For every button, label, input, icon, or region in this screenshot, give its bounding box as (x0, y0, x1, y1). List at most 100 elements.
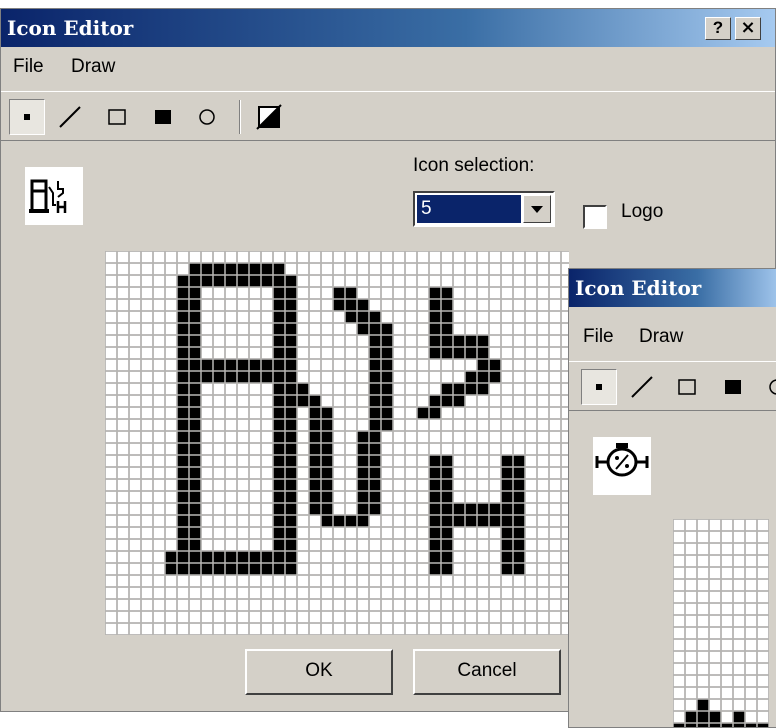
pixel-cell[interactable] (286, 384, 297, 395)
pixel-cell[interactable] (710, 592, 721, 603)
pixel-cell[interactable] (358, 312, 369, 323)
pixel-cell[interactable] (430, 276, 441, 287)
pixel-cell[interactable] (322, 348, 333, 359)
pixel-cell[interactable] (250, 276, 261, 287)
pixel-cell[interactable] (166, 516, 177, 527)
pixel-cell[interactable] (298, 336, 309, 347)
pixel-cell[interactable] (346, 612, 357, 623)
pixel-cell[interactable] (202, 288, 213, 299)
pixel-cell[interactable] (466, 564, 477, 575)
pixel-cell[interactable] (310, 408, 321, 419)
pixel-cell[interactable] (226, 492, 237, 503)
pixel-cell[interactable] (106, 528, 117, 539)
pixel-cell[interactable] (250, 588, 261, 599)
pixel-cell[interactable] (238, 456, 249, 467)
pixel-cell[interactable] (226, 564, 237, 575)
pixel-cell[interactable] (142, 432, 153, 443)
pixel-cell[interactable] (178, 372, 189, 383)
pixel-cell[interactable] (430, 612, 441, 623)
pixel-cell[interactable] (310, 576, 321, 587)
pixel-cell[interactable] (406, 552, 417, 563)
pixel-cell[interactable] (722, 628, 733, 639)
pixel-cell[interactable] (490, 372, 501, 383)
pixel-cell[interactable] (710, 676, 721, 687)
pixel-cell[interactable] (310, 264, 321, 275)
pixel-cell[interactable] (418, 456, 429, 467)
pixel-cell[interactable] (370, 444, 381, 455)
pixel-cell[interactable] (370, 276, 381, 287)
pixel-cell[interactable] (298, 576, 309, 587)
pixel-cell[interactable] (202, 504, 213, 515)
pixel-cell[interactable] (358, 576, 369, 587)
pixel-cell[interactable] (454, 372, 465, 383)
pixel-cell[interactable] (442, 264, 453, 275)
pixel-cell[interactable] (490, 348, 501, 359)
pixel-cell[interactable] (490, 408, 501, 419)
pixel-cell[interactable] (214, 372, 225, 383)
pixel-cell[interactable] (286, 552, 297, 563)
pixel-cell[interactable] (466, 276, 477, 287)
pixel-cell[interactable] (454, 540, 465, 551)
pixel-cell[interactable] (454, 300, 465, 311)
pixel-cell[interactable] (538, 312, 549, 323)
pixel-cell[interactable] (274, 624, 285, 635)
pixel-cell[interactable] (118, 492, 129, 503)
pixel-cell[interactable] (262, 408, 273, 419)
pixel-cell[interactable] (130, 552, 141, 563)
pixel-cell[interactable] (346, 408, 357, 419)
pixel-cell[interactable] (430, 372, 441, 383)
pixel-cell[interactable] (454, 480, 465, 491)
pixel-cell[interactable] (322, 624, 333, 635)
pixel-cell[interactable] (538, 564, 549, 575)
pixel-cell[interactable] (250, 360, 261, 371)
pixel-cell[interactable] (346, 336, 357, 347)
pixel-cell[interactable] (178, 528, 189, 539)
pixel-cell[interactable] (310, 456, 321, 467)
pixel-cell[interactable] (746, 640, 757, 651)
pixel-cell[interactable] (478, 456, 489, 467)
pixel-cell[interactable] (526, 624, 537, 635)
pixel-cell[interactable] (214, 420, 225, 431)
pixel-cell[interactable] (526, 492, 537, 503)
pixel-cell[interactable] (502, 456, 513, 467)
pixel-cell[interactable] (298, 360, 309, 371)
pixel-cell[interactable] (454, 420, 465, 431)
pixel-cell[interactable] (406, 624, 417, 635)
pixel-cell[interactable] (310, 564, 321, 575)
pixel-cell[interactable] (442, 528, 453, 539)
pixel-cell[interactable] (514, 384, 525, 395)
pixel-cell[interactable] (430, 300, 441, 311)
menu-draw[interactable]: Draw (71, 56, 115, 78)
pixel-cell[interactable] (698, 568, 709, 579)
pixel-cell[interactable] (466, 336, 477, 347)
pixel-cell[interactable] (226, 480, 237, 491)
pixel-cell[interactable] (418, 288, 429, 299)
pixel-cell[interactable] (250, 408, 261, 419)
pixel-cell[interactable] (238, 432, 249, 443)
pixel-cell[interactable] (202, 540, 213, 551)
pixel-cell[interactable] (274, 552, 285, 563)
pixel-cell[interactable] (734, 580, 745, 591)
pixel-cell[interactable] (274, 396, 285, 407)
pixel-cell[interactable] (550, 432, 561, 443)
pixel-cell[interactable] (686, 676, 697, 687)
pixel-cell[interactable] (238, 276, 249, 287)
pixel-cell[interactable] (130, 300, 141, 311)
pixel-cell[interactable] (454, 312, 465, 323)
pixel-cell[interactable] (190, 288, 201, 299)
pixel-cell[interactable] (118, 516, 129, 527)
pixel-cell[interactable] (178, 492, 189, 503)
pixel-cell[interactable] (478, 576, 489, 587)
pixel-cell[interactable] (154, 456, 165, 467)
pixel-cell[interactable] (406, 444, 417, 455)
pixel-cell[interactable] (274, 576, 285, 587)
pixel-cell[interactable] (526, 552, 537, 563)
pixel-cell[interactable] (466, 444, 477, 455)
pixel-cell[interactable] (142, 420, 153, 431)
pixel-cell[interactable] (550, 456, 561, 467)
pixel-cell[interactable] (178, 540, 189, 551)
pixel-cell[interactable] (346, 552, 357, 563)
pixel-cell[interactable] (334, 480, 345, 491)
pixel-cell[interactable] (178, 588, 189, 599)
pixel-cell[interactable] (202, 312, 213, 323)
